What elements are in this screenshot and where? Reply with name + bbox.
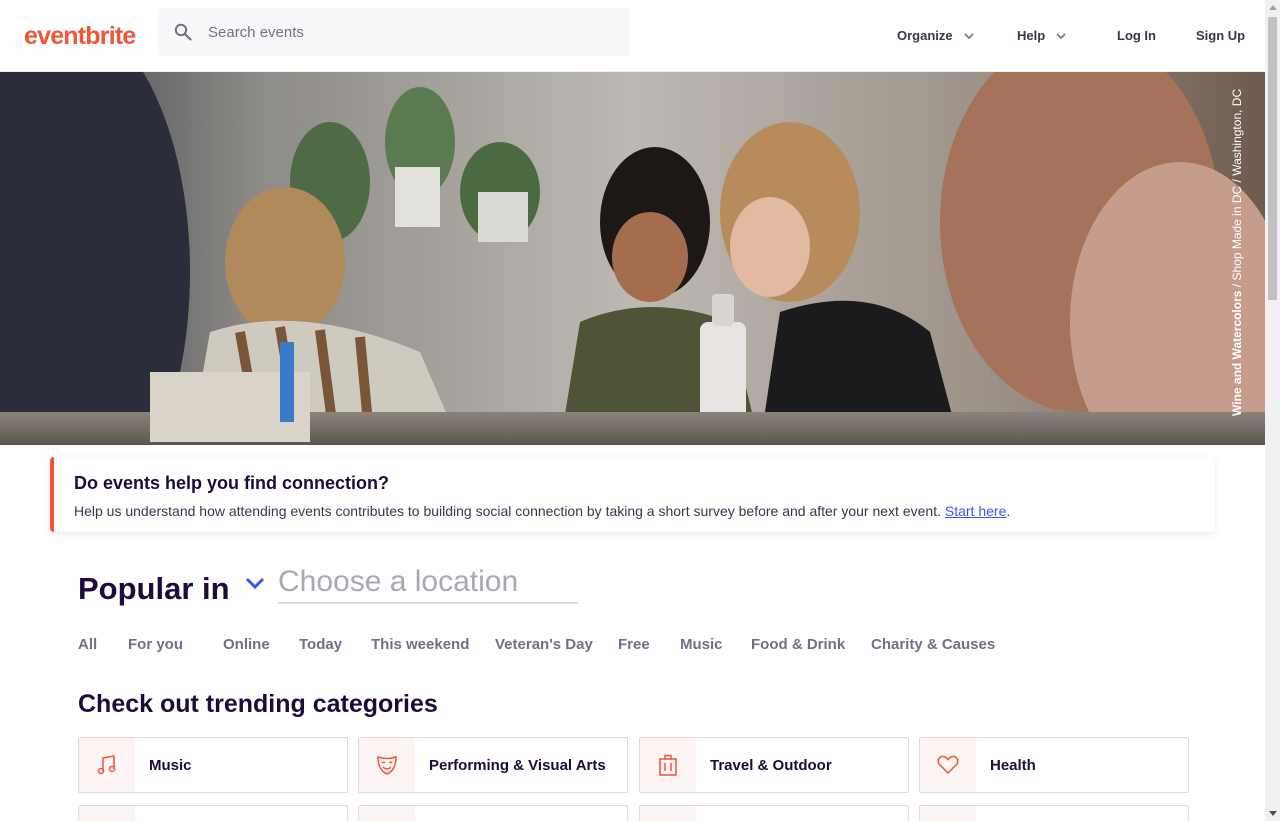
survey-banner-body: Help us understand how attending events … [74,503,945,519]
trending-categories-title: Check out trending categories [78,690,438,718]
category-label: Music [149,757,192,774]
tab-this-weekend[interactable]: This weekend [371,636,469,653]
search-input[interactable] [208,20,608,44]
survey-banner-text: Help us understand how attending events … [74,503,1010,519]
category-icon-box [79,738,135,792]
hero-image [0,72,1265,445]
tab-today[interactable]: Today [299,636,342,653]
category-card-partial[interactable] [919,805,1189,821]
survey-banner-title: Do events help you find connection? [74,473,390,493]
tab-free[interactable]: Free [618,636,650,653]
survey-banner: Do events help you find connection? Help… [50,457,1215,532]
sign-up-link[interactable]: Sign Up [1196,28,1245,43]
luggage-icon [659,754,677,776]
hero-caption: Wine and Watercolors / Shop Made in DC /… [1230,89,1244,416]
category-label: Travel & Outdoor [710,757,832,774]
hero-photo [0,72,1265,445]
tab-music[interactable]: Music [680,636,723,653]
chevron-down-icon[interactable] [244,576,266,590]
tab-for-you[interactable]: For you [128,636,183,653]
start-here-link[interactable]: Start here [945,503,1006,519]
help-label: Help [1017,28,1046,43]
eventbrite-logo[interactable]: eventbrite [24,22,136,51]
category-icon-box [359,806,415,821]
theater-mask-icon [377,755,397,775]
organize-label: Organize [897,28,953,43]
category-icon-box [640,738,696,792]
organize-menu[interactable]: Organize [897,28,975,43]
category-label: Performing & Visual Arts [429,757,606,774]
tab-all[interactable]: All [78,636,97,653]
scroll-down-icon[interactable] [1269,811,1277,816]
search-bar[interactable] [158,8,630,56]
log-in-link[interactable]: Log In [1117,28,1156,43]
tab-online[interactable]: Online [223,636,270,653]
category-performing-visual-arts[interactable]: Performing & Visual Arts [358,737,628,793]
category-card-partial[interactable] [639,805,909,821]
music-note-icon [97,755,116,775]
scrollbar-thumb[interactable] [1268,17,1277,300]
category-icon-box [640,806,696,821]
search-icon [174,23,192,41]
category-icon-box [359,738,415,792]
tab-veterans-day[interactable]: Veteran's Day [495,636,593,653]
scroll-up-icon[interactable] [1269,5,1277,10]
category-music[interactable]: Music [78,737,348,793]
tab-food-drink[interactable]: Food & Drink [751,636,845,653]
category-card-partial[interactable] [78,805,348,821]
page-scrollbar[interactable] [1265,0,1280,821]
tab-charity-causes[interactable]: Charity & Causes [871,636,995,653]
category-health[interactable]: Health [919,737,1189,793]
category-icon-box [920,738,976,792]
hero-caption-event: Wine and Watercolors [1230,290,1244,416]
category-travel-outdoor[interactable]: Travel & Outdoor [639,737,909,793]
hero-caption-venue: / Shop Made in DC / Washington, DC [1230,88,1244,291]
category-card-partial[interactable] [358,805,628,821]
category-icon-box [920,806,976,821]
popular-in-label: Popular in [78,571,230,606]
location-input[interactable] [278,562,578,604]
chevron-down-icon [964,32,974,39]
category-label: Health [990,757,1036,774]
category-icon-box [79,806,135,821]
chevron-down-icon [1056,32,1066,39]
survey-banner-suffix: . [1006,503,1011,519]
heart-icon [937,755,959,775]
top-header: eventbrite Organize Help Log In Sign Up [0,0,1265,72]
help-menu[interactable]: Help [1017,28,1067,43]
